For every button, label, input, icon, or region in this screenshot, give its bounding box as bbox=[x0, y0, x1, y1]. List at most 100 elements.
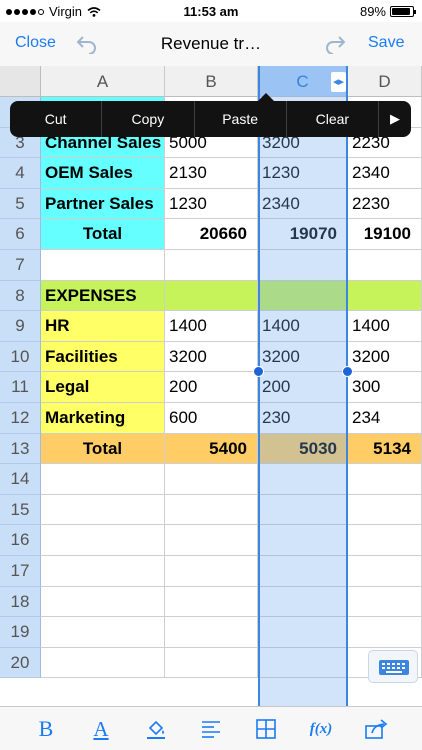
cell-a9[interactable]: HR bbox=[41, 311, 165, 342]
cell-d4[interactable]: 2340 bbox=[348, 158, 422, 189]
more-menu-arrow[interactable]: ▶ bbox=[379, 101, 411, 137]
cell-a18[interactable] bbox=[41, 586, 165, 618]
cell-b18[interactable] bbox=[165, 586, 258, 618]
cell-c6[interactable]: 19070 bbox=[258, 219, 348, 250]
cell-b7[interactable] bbox=[165, 250, 258, 281]
cell-a4[interactable]: OEM Sales bbox=[41, 158, 165, 189]
cell-d12[interactable]: 234 bbox=[348, 403, 422, 434]
cell-b11[interactable]: 200 bbox=[165, 372, 258, 403]
column-resize-handle[interactable]: ◂▸ bbox=[331, 72, 346, 92]
cell-c18[interactable] bbox=[258, 586, 348, 618]
cell-c11[interactable]: 200 bbox=[258, 372, 348, 403]
cell-d5[interactable]: 2230 bbox=[348, 188, 422, 220]
cell-b17[interactable] bbox=[165, 556, 258, 587]
cell-b9[interactable]: 1400 bbox=[165, 311, 258, 342]
cell-a6[interactable]: Total bbox=[41, 219, 165, 250]
spreadsheet-grid[interactable]: ABCD2Direct Sales1230012300123003Channel… bbox=[0, 66, 422, 706]
cell-c8[interactable] bbox=[258, 280, 348, 312]
row-header[interactable]: 19 bbox=[0, 617, 41, 648]
cell-b4[interactable]: 2130 bbox=[165, 158, 258, 189]
cell-c16[interactable] bbox=[258, 525, 348, 556]
cell-a20[interactable] bbox=[41, 647, 165, 679]
column-header-b[interactable]: B bbox=[165, 66, 258, 97]
cell-c17[interactable] bbox=[258, 556, 348, 587]
cell-d19[interactable] bbox=[348, 617, 422, 648]
copy-menu-item[interactable]: Copy bbox=[102, 101, 195, 137]
cell-a15[interactable] bbox=[41, 494, 165, 526]
align-icon[interactable] bbox=[189, 707, 233, 750]
clear-menu-item[interactable]: Clear bbox=[287, 101, 379, 137]
cell-d6[interactable]: 19100 bbox=[348, 219, 422, 250]
row-header[interactable]: 13 bbox=[0, 433, 41, 465]
cell-a19[interactable] bbox=[41, 617, 165, 648]
cell-a16[interactable] bbox=[41, 525, 165, 556]
cell-c13[interactable]: 5030 bbox=[258, 433, 348, 465]
cell-b12[interactable]: 600 bbox=[165, 403, 258, 434]
row-header[interactable]: 8 bbox=[0, 280, 41, 312]
cell-a14[interactable] bbox=[41, 464, 165, 495]
share-icon[interactable] bbox=[354, 707, 398, 750]
cell-d10[interactable]: 3200 bbox=[348, 341, 422, 373]
cell-c7[interactable] bbox=[258, 250, 348, 281]
row-header[interactable]: 6 bbox=[0, 219, 41, 250]
cell-d17[interactable] bbox=[348, 556, 422, 587]
cell-c4[interactable]: 1230 bbox=[258, 158, 348, 189]
cell-c20[interactable] bbox=[258, 647, 348, 679]
cell-d8[interactable] bbox=[348, 280, 422, 312]
cell-a17[interactable] bbox=[41, 556, 165, 587]
paste-menu-item[interactable]: Paste bbox=[195, 101, 287, 137]
column-header-d[interactable]: D bbox=[348, 66, 422, 97]
row-header[interactable]: 14 bbox=[0, 464, 41, 495]
cell-c14[interactable] bbox=[258, 464, 348, 495]
cell-b10[interactable]: 3200 bbox=[165, 341, 258, 373]
fill-color-icon[interactable] bbox=[134, 707, 178, 750]
cell-c9[interactable]: 1400 bbox=[258, 311, 348, 342]
cell-b5[interactable]: 1230 bbox=[165, 188, 258, 220]
row-header[interactable]: 18 bbox=[0, 586, 41, 618]
cell-b19[interactable] bbox=[165, 617, 258, 648]
column-header-a[interactable]: A bbox=[41, 66, 165, 97]
cell-b8[interactable] bbox=[165, 280, 258, 312]
cell-d11[interactable]: 300 bbox=[348, 372, 422, 403]
cell-a8[interactable]: EXPENSES bbox=[41, 280, 165, 312]
cell-b15[interactable] bbox=[165, 494, 258, 526]
cell-d15[interactable] bbox=[348, 494, 422, 526]
row-header[interactable]: 10 bbox=[0, 341, 41, 373]
cell-c19[interactable] bbox=[258, 617, 348, 648]
cell-b20[interactable] bbox=[165, 647, 258, 679]
cell-a10[interactable]: Facilities bbox=[41, 341, 165, 373]
cell-b6[interactable]: 20660 bbox=[165, 219, 258, 250]
cell-c5[interactable]: 2340 bbox=[258, 188, 348, 220]
function-icon[interactable]: f(x) bbox=[299, 707, 343, 750]
show-keyboard-button[interactable] bbox=[368, 650, 418, 683]
row-header[interactable]: 12 bbox=[0, 403, 41, 434]
row-header[interactable]: 15 bbox=[0, 494, 41, 526]
row-header[interactable]: 7 bbox=[0, 250, 41, 281]
cell-d18[interactable] bbox=[348, 586, 422, 618]
bold-icon[interactable]: B bbox=[24, 707, 68, 750]
cell-d13[interactable]: 5134 bbox=[348, 433, 422, 465]
row-header[interactable]: 16 bbox=[0, 525, 41, 556]
save-button[interactable]: Save bbox=[368, 34, 404, 52]
cell-a13[interactable]: Total bbox=[41, 433, 165, 465]
row-header[interactable]: 11 bbox=[0, 372, 41, 403]
text-format-icon[interactable]: A bbox=[79, 707, 123, 750]
cell-d16[interactable] bbox=[348, 525, 422, 556]
cell-a5[interactable]: Partner Sales bbox=[41, 188, 165, 220]
row-header[interactable]: 17 bbox=[0, 556, 41, 587]
cell-c12[interactable]: 230 bbox=[258, 403, 348, 434]
cell-b16[interactable] bbox=[165, 525, 258, 556]
cell-a7[interactable] bbox=[41, 250, 165, 281]
row-header[interactable]: 4 bbox=[0, 158, 41, 189]
row-header[interactable]: 5 bbox=[0, 188, 41, 220]
redo-icon[interactable] bbox=[323, 32, 347, 54]
cell-a12[interactable]: Marketing bbox=[41, 403, 165, 434]
grid-corner[interactable] bbox=[0, 66, 41, 97]
cell-a11[interactable]: Legal bbox=[41, 372, 165, 403]
borders-icon[interactable] bbox=[244, 707, 288, 750]
cell-d9[interactable]: 1400 bbox=[348, 311, 422, 342]
row-header[interactable]: 20 bbox=[0, 647, 41, 679]
cell-c10[interactable]: 3200 bbox=[258, 341, 348, 373]
cut-menu-item[interactable]: Cut bbox=[10, 101, 103, 137]
cell-c15[interactable] bbox=[258, 494, 348, 526]
